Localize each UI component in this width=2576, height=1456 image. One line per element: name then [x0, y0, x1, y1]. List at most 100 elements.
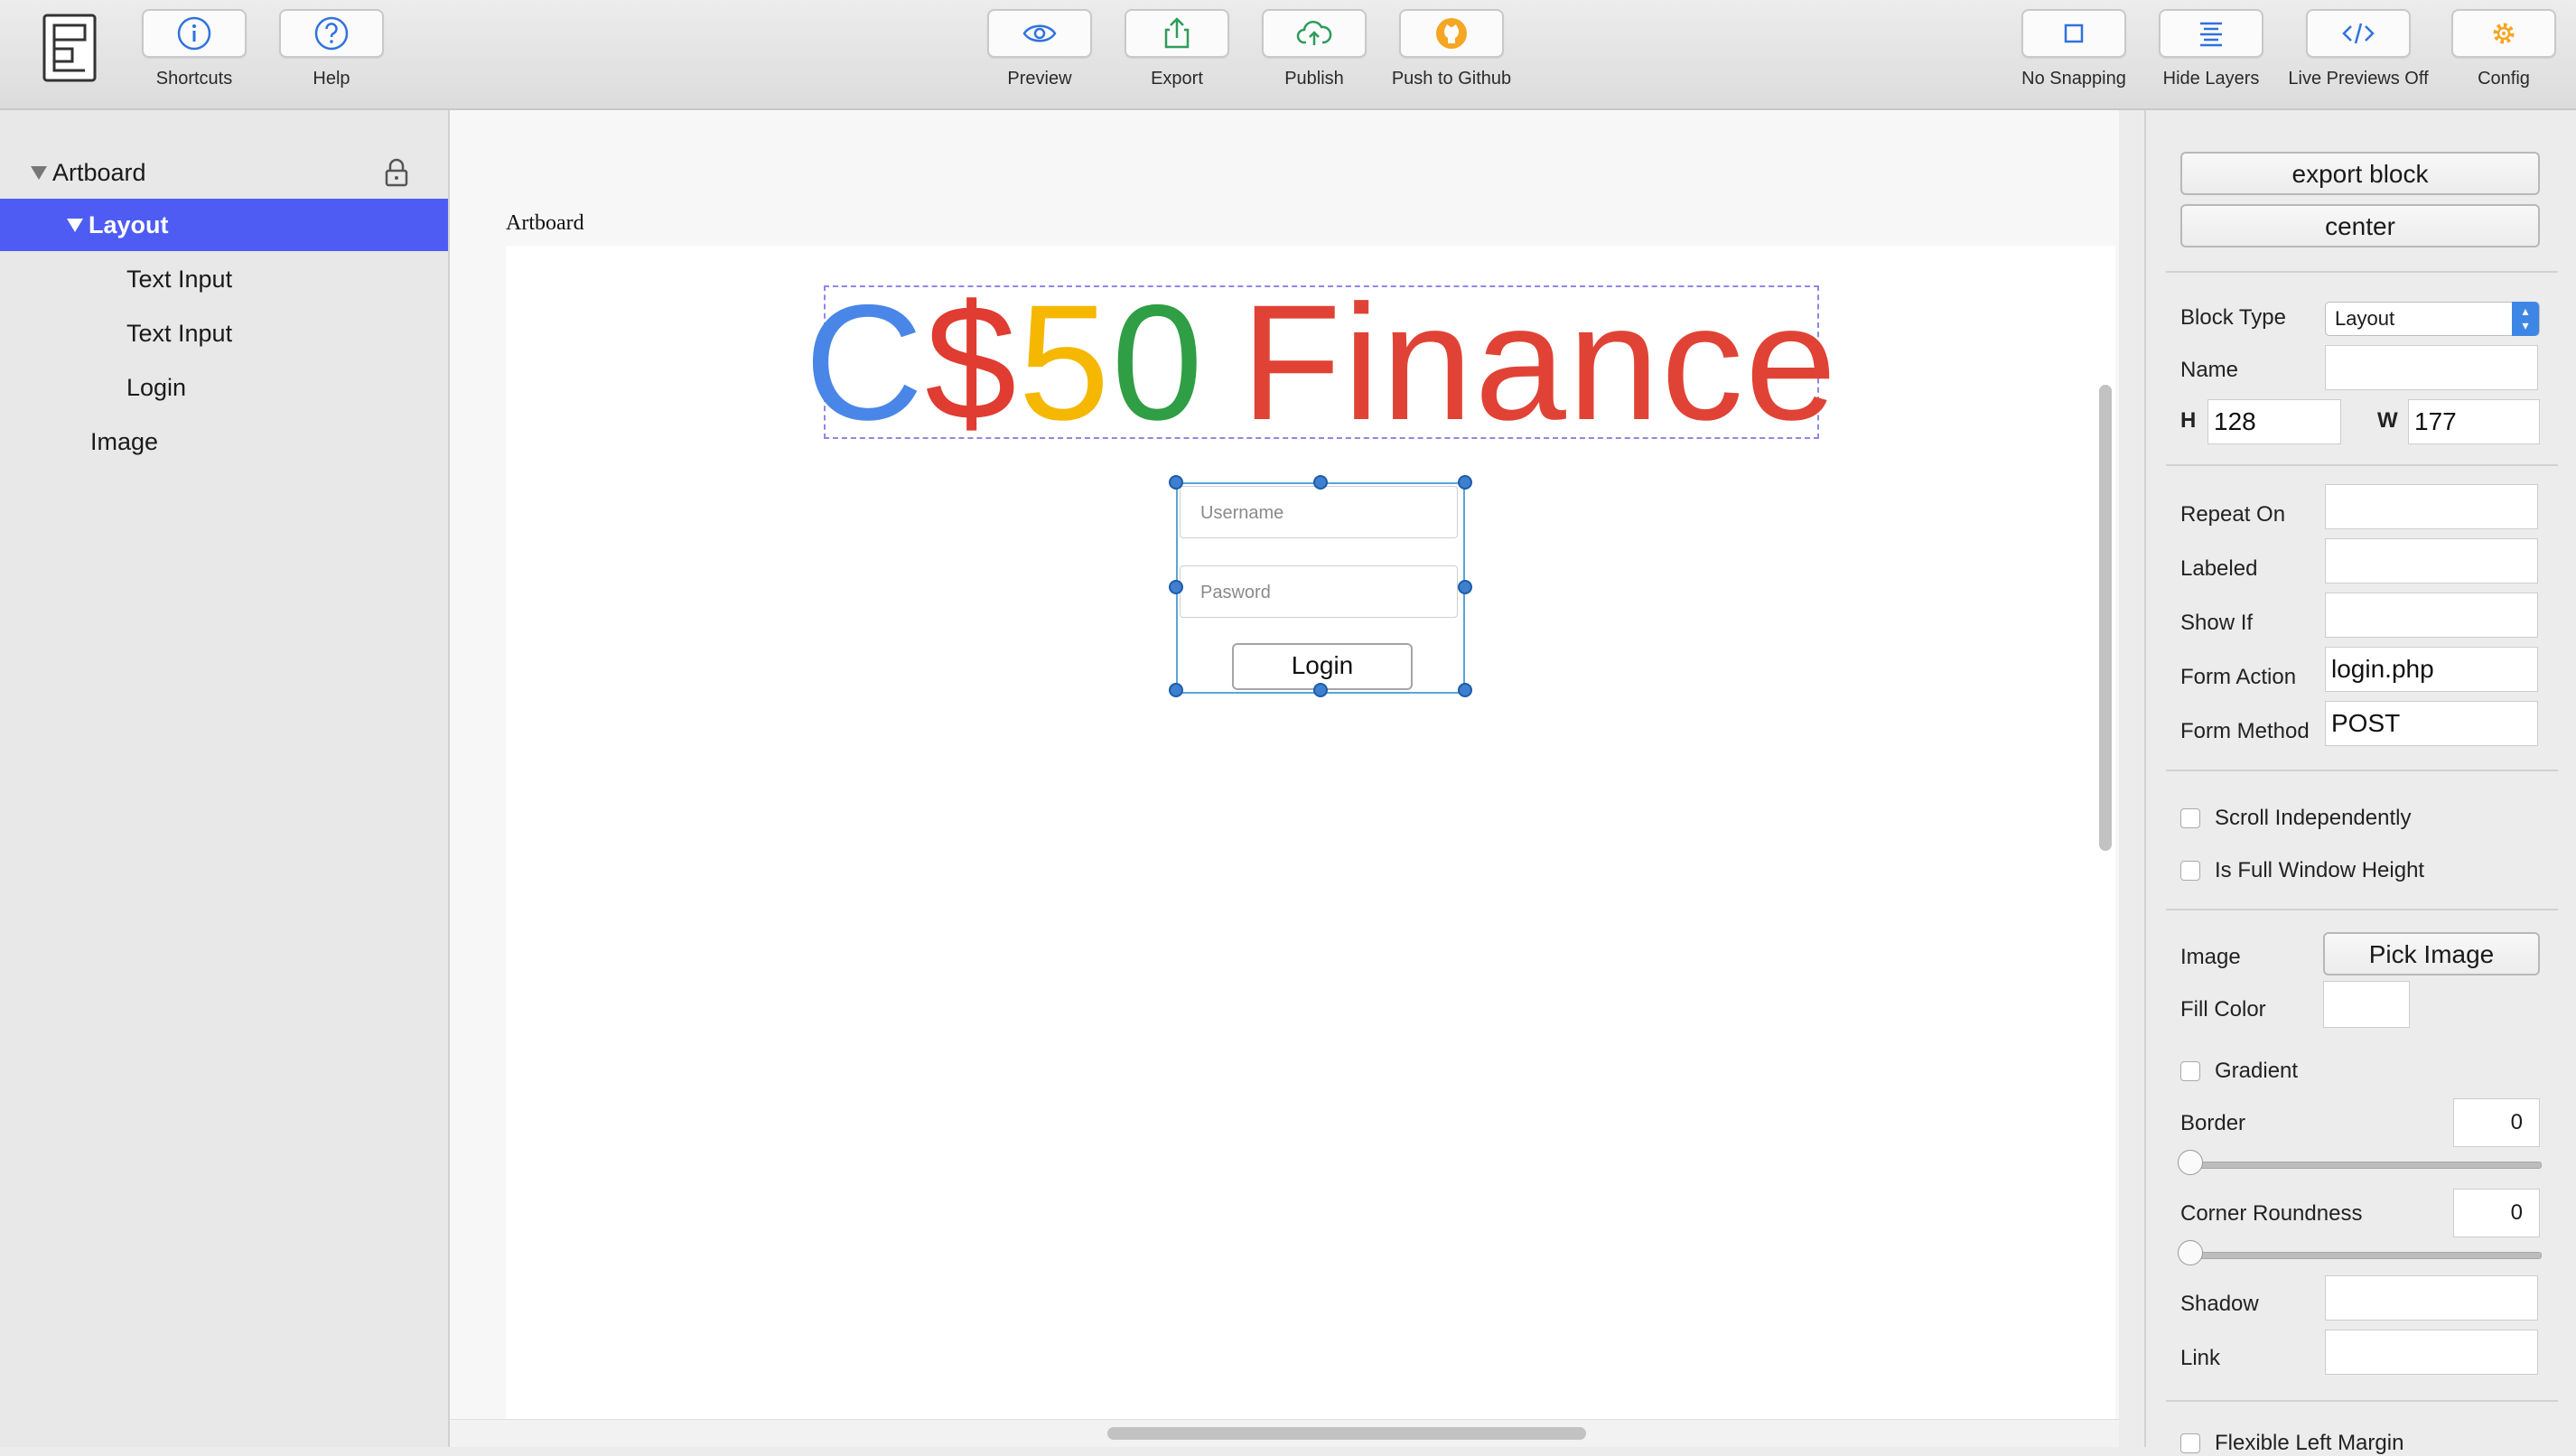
labeled-input[interactable]	[2325, 538, 2538, 583]
checkbox-label: Scroll Independently	[2215, 806, 2412, 830]
slider-knob[interactable]	[2178, 1240, 2203, 1265]
help-label: Help	[313, 69, 350, 89]
height-input[interactable]: 128	[2207, 399, 2341, 444]
slider-knob[interactable]	[2178, 1150, 2203, 1175]
push-to-github-button[interactable]: Push to Github	[1379, 9, 1524, 89]
checkbox-box[interactable]	[2180, 1061, 2200, 1081]
artboard-title: Artboard	[506, 211, 584, 235]
show-if-input[interactable]	[2325, 593, 2538, 638]
resize-handle[interactable]	[1313, 683, 1328, 697]
shadow-input[interactable]	[2325, 1275, 2538, 1321]
form-method-input[interactable]: POST	[2325, 701, 2538, 746]
live-previews-label: Live Previews Off	[2288, 69, 2429, 89]
fill-color-label: Fill Color	[2180, 997, 2266, 1022]
scroll-independently-checkbox[interactable]: Scroll Independently	[2180, 806, 2411, 831]
app-logo-icon	[42, 14, 97, 82]
push-label: Push to Github	[1391, 69, 1512, 89]
border-input[interactable]: 0	[2453, 1098, 2540, 1147]
logo-letter-c: C	[804, 270, 926, 454]
publish-button[interactable]: Publish	[1242, 9, 1386, 89]
divider	[2166, 1400, 2558, 1402]
resize-handle[interactable]	[1458, 580, 1472, 594]
show-if-label: Show If	[2180, 611, 2254, 635]
flexible-left-margin-checkbox[interactable]: Flexible Left Margin	[2180, 1431, 2403, 1456]
border-label: Border	[2180, 1111, 2246, 1135]
resize-handle[interactable]	[1169, 580, 1183, 594]
resize-handle[interactable]	[1458, 683, 1472, 697]
labeled-label: Labeled	[2180, 556, 2258, 581]
border-slider[interactable]	[2178, 1150, 2542, 1175]
layer-text-input[interactable]: Text Input	[0, 253, 448, 305]
layer-layout[interactable]: Layout	[0, 199, 448, 251]
logo-letter-five: 5	[1018, 270, 1112, 454]
resize-handle[interactable]	[1458, 475, 1472, 490]
layer-label: Text Input	[126, 319, 233, 347]
toolbar: Shortcuts Help Preview Export Publish Pu…	[0, 0, 2576, 110]
repeat-on-input[interactable]	[2325, 484, 2538, 529]
shortcuts-button[interactable]: Shortcuts	[122, 9, 266, 89]
logo-image[interactable]: C $ 5 0 Finance	[805, 280, 1837, 444]
checkbox-box[interactable]	[2180, 808, 2200, 828]
center-button[interactable]: center	[2180, 204, 2540, 247]
corner-roundness-slider[interactable]	[2178, 1240, 2542, 1265]
eye-icon	[1022, 24, 1057, 42]
github-icon	[1436, 18, 1467, 49]
layer-label: Login	[126, 373, 187, 401]
checkbox-box[interactable]	[2180, 861, 2200, 881]
resize-handle[interactable]	[1313, 475, 1328, 490]
shadow-label: Shadow	[2180, 1292, 2259, 1316]
logo-letter-dollar: $	[925, 270, 1019, 454]
fill-color-swatch[interactable]	[2323, 981, 2410, 1028]
checkbox-label: Gradient	[2215, 1059, 2299, 1083]
live-previews-button[interactable]: Live Previews Off	[2286, 9, 2431, 89]
pick-image-button[interactable]: Pick Image	[2323, 932, 2540, 975]
layer-image[interactable]: Image	[0, 415, 448, 468]
layers-lines-icon	[2200, 22, 2222, 47]
cloud-upload-icon	[1296, 21, 1332, 45]
export-button[interactable]: Export	[1105, 9, 1249, 89]
link-input[interactable]	[2325, 1330, 2538, 1375]
corner-roundness-input[interactable]: 0	[2453, 1189, 2540, 1237]
disclosure-triangle-icon	[67, 218, 83, 232]
layer-label: Layout	[89, 210, 169, 238]
artboard[interactable]: C $ 5 0 Finance Username Pasword Login	[506, 246, 2115, 1420]
block-type-select[interactable]: Layout ▴ ▾	[2325, 302, 2540, 336]
layer-login[interactable]: Login	[0, 361, 448, 414]
shortcuts-label: Shortcuts	[155, 69, 233, 89]
export-block-button[interactable]: export block	[2180, 152, 2540, 195]
height-label: H	[2180, 408, 2197, 433]
width-input[interactable]: 177	[2408, 399, 2540, 444]
layer-text-input[interactable]: Text Input	[0, 307, 448, 359]
config-button[interactable]: Config	[2431, 9, 2576, 89]
hide-layers-label: Hide Layers	[2162, 69, 2260, 89]
canvas[interactable]: Artboard C $ 5 0 Finance Username Paswor…	[450, 110, 2119, 1447]
gear-icon	[2493, 23, 2515, 44]
layer-artboard[interactable]: Artboard	[0, 146, 448, 199]
resize-handle[interactable]	[1169, 683, 1183, 697]
logo-word-finance: Finance	[1240, 270, 1839, 454]
password-input[interactable]: Pasword	[1180, 565, 1458, 618]
username-input[interactable]: Username	[1180, 486, 1458, 538]
form-action-input[interactable]: login.php	[2325, 647, 2538, 692]
gradient-checkbox[interactable]: Gradient	[2180, 1059, 2298, 1084]
divider	[2166, 271, 2558, 273]
layers-panel: Artboard Layout Text Input Text Input Lo…	[0, 110, 450, 1447]
name-input[interactable]	[2325, 345, 2538, 390]
help-icon	[314, 16, 349, 51]
vertical-scrollbar[interactable]	[2099, 385, 2112, 851]
corner-roundness-label: Corner Roundness	[2180, 1201, 2363, 1226]
help-button[interactable]: Help	[259, 9, 404, 89]
checkbox-label: Is Full Window Height	[2215, 858, 2425, 882]
horizontal-scrollbar[interactable]	[1107, 1427, 1586, 1440]
resize-handle[interactable]	[1169, 475, 1183, 490]
divider	[2166, 464, 2558, 466]
hide-layers-button[interactable]: Hide Layers	[2139, 9, 2283, 89]
logo-letter-zero: 0	[1111, 270, 1205, 454]
login-form-layout[interactable]: Username Pasword Login	[1169, 475, 1472, 697]
checkbox-label: Flexible Left Margin	[2215, 1431, 2404, 1455]
full-window-height-checkbox[interactable]: Is Full Window Height	[2180, 858, 2424, 883]
preview-button[interactable]: Preview	[967, 9, 1112, 89]
checkbox-box[interactable]	[2180, 1433, 2200, 1453]
no-snapping-button[interactable]: No Snapping	[2002, 9, 2146, 89]
lock-icon[interactable]	[383, 157, 410, 188]
